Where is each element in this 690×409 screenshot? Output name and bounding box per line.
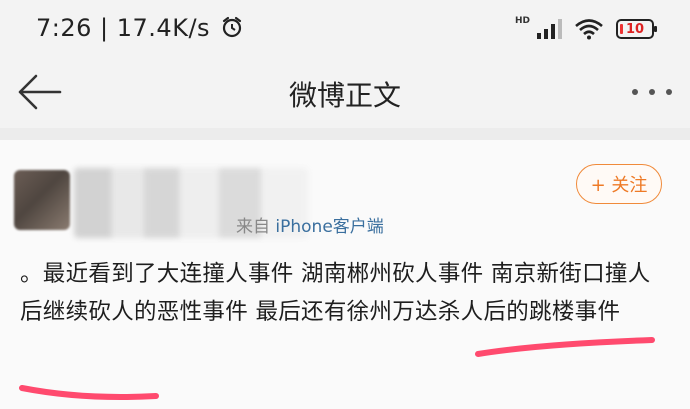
network-speed: 17.4K/s bbox=[116, 14, 211, 42]
battery-icon: 10 bbox=[616, 19, 657, 39]
post-source: 来自 iPhone客户端 bbox=[236, 212, 384, 237]
status-icons: HD 10 bbox=[514, 16, 657, 40]
highlight-underline-right bbox=[475, 337, 655, 357]
follow-button[interactable]: + 关注 bbox=[576, 164, 662, 204]
wifi-icon bbox=[575, 19, 603, 40]
more-dots-icon bbox=[632, 89, 638, 95]
clock-time: 7:26 bbox=[36, 14, 92, 42]
battery-level: 10 bbox=[625, 21, 645, 37]
source-brand-link[interactable]: iPhone客户端 bbox=[275, 217, 383, 237]
alarm-clock-icon bbox=[223, 16, 242, 38]
source-prefix: 来自 bbox=[236, 217, 276, 237]
section-divider bbox=[0, 128, 690, 140]
page-title: 微博正文 bbox=[288, 79, 401, 112]
navigation-bar: 微博正文 bbox=[0, 62, 690, 129]
hd-label: HD bbox=[514, 16, 530, 26]
signal-bars-icon bbox=[537, 19, 562, 39]
status-time-speed: 7:26 | 17.4K/s bbox=[36, 14, 244, 42]
post-card: 来自 iPhone客户端 + 关注 。最近看到了大连撞人事件 湖南郴州砍人事件 … bbox=[0, 140, 690, 409]
status-bar: 7:26 | 17.4K/s HD 10 bbox=[0, 0, 690, 62]
more-options-button[interactable] bbox=[632, 78, 672, 106]
avatar[interactable] bbox=[14, 170, 70, 230]
highlight-underline-left bbox=[19, 385, 159, 400]
post-body-text: 。最近看到了大连撞人事件 湖南郴州砍人事件 南京新街口撞人后继续砍人的恶性事件 … bbox=[20, 261, 651, 325]
